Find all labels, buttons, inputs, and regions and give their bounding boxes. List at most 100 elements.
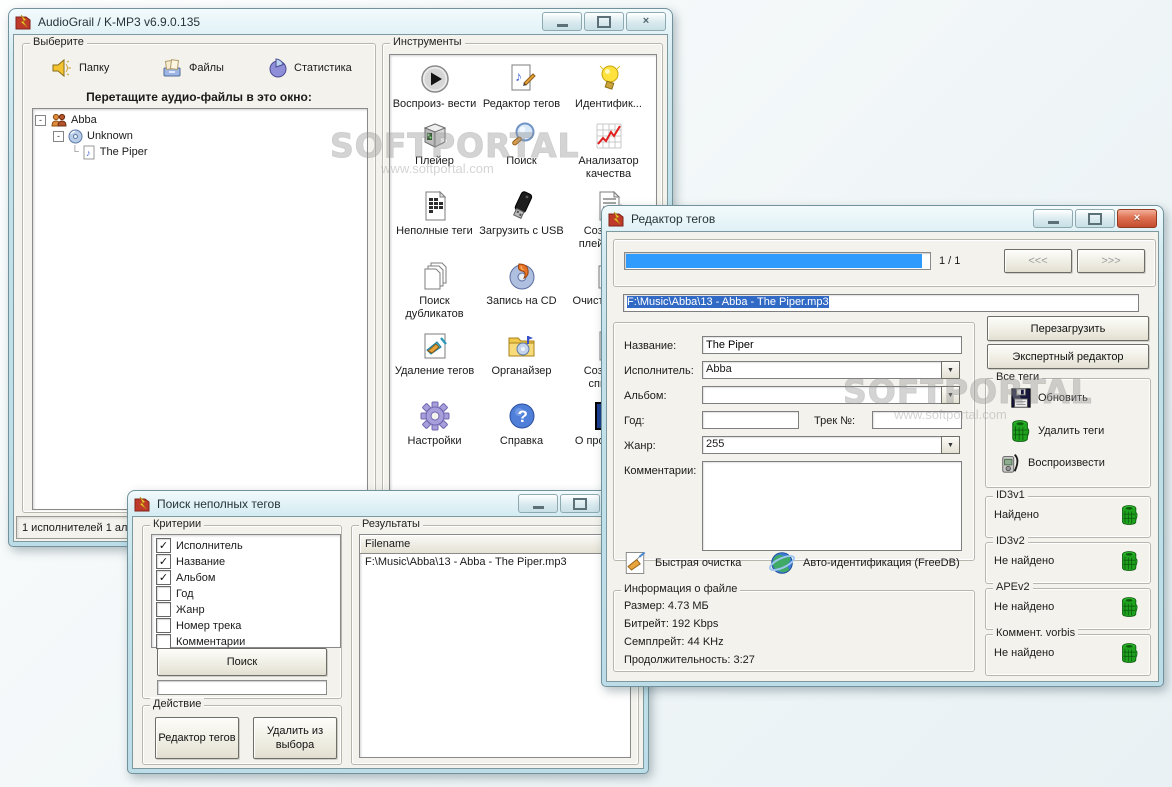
checkbox[interactable]: ✓ [156, 538, 171, 553]
statistics-label: Статистика [294, 62, 352, 74]
pick-folder-button[interactable]: Папку [51, 58, 109, 78]
globe-icon [767, 548, 797, 578]
chevron-down-icon[interactable]: ▼ [941, 361, 960, 379]
result-row[interactable]: F:\Music\Abba\13 - Abba - The Piper.mp3 [360, 554, 630, 570]
expert-editor-button[interactable]: Экспертный редактор [987, 344, 1149, 369]
trash-icon[interactable] [1120, 549, 1140, 573]
results-list[interactable]: Filename F:\Music\Abba\13 - Abba - The P… [359, 534, 631, 758]
tool-organizer[interactable]: Органайзер [478, 330, 565, 391]
criteria-comments[interactable]: Комментарии [156, 634, 336, 649]
maximize-button[interactable] [1075, 209, 1115, 228]
next-file-button[interactable]: >>> [1077, 249, 1145, 273]
main-titlebar[interactable]: AudioGrail / K-MP3 v6.9.0.135 × [9, 9, 672, 34]
quick-clean-button[interactable]: Быстрая очистка [621, 548, 741, 578]
tool-identify[interactable]: Идентифик... [565, 63, 652, 111]
tag-editor-title: Редактор тегов [631, 211, 716, 226]
select-group-legend: Выберите [30, 36, 87, 48]
floppy-disk-icon [1010, 387, 1032, 409]
auto-identify-button[interactable]: Авто-идентификация (FreeDB) [767, 548, 960, 578]
criteria-title[interactable]: ✓ Название [156, 554, 336, 569]
pie-chart-icon [266, 58, 288, 78]
search-titlebar[interactable]: Поиск неполных тегов × [128, 491, 648, 516]
prev-file-button[interactable]: <<< [1004, 249, 1072, 273]
track-input[interactable] [872, 411, 962, 429]
tool-delete-tags[interactable]: Удаление тегов [391, 330, 478, 391]
trash-icon[interactable] [1120, 595, 1140, 619]
play-file-button[interactable]: Воспроизвести [1000, 451, 1105, 475]
id3v1-status: Найдено [994, 509, 1039, 521]
apev2-status: Не найдено [994, 601, 1055, 613]
criteria-group: Критерии ✓ Исполнитель ✓ Название ✓ Альбом … [142, 518, 342, 699]
tool-find-duplicates[interactable]: Поиск дубликатов [391, 260, 478, 321]
tool-search[interactable]: Поиск [478, 120, 565, 181]
tree-item-artist[interactable]: - Abba [35, 112, 365, 128]
vorbis-status: Не найдено [994, 647, 1055, 659]
checkbox[interactable] [156, 586, 171, 601]
file-counter: 1 / 1 [939, 255, 961, 267]
expander-icon[interactable]: - [53, 130, 64, 142]
tool-play[interactable]: Воспроиз- вести [391, 63, 478, 111]
artist-value: Abba [702, 361, 941, 379]
maximize-button[interactable] [584, 12, 624, 31]
tree-item-album[interactable]: - Unknown [53, 128, 365, 144]
chevron-down-icon[interactable]: ▼ [941, 436, 960, 454]
minimize-button[interactable] [1033, 209, 1073, 228]
tool-incomplete-tags[interactable]: Неполные теги [391, 190, 478, 251]
tool-label: Анализатор качества [578, 155, 639, 180]
artist-combobox[interactable]: Abba ▼ [702, 361, 960, 379]
filepath-field[interactable]: F:\Music\Abba\13 - Abba - The Piper.mp3 [623, 294, 1139, 312]
close-button[interactable]: × [1117, 209, 1157, 228]
genre-combobox[interactable]: 255 ▼ [702, 436, 960, 454]
minimize-button[interactable] [518, 494, 558, 513]
checkbox[interactable] [156, 602, 171, 617]
tool-load-usb[interactable]: Загрузить с USB [478, 190, 565, 251]
maximize-button[interactable] [560, 494, 600, 513]
tool-help[interactable]: ? Справка [478, 400, 565, 448]
tool-tag-editor[interactable]: ♪ Редактор тегов [478, 63, 565, 111]
pick-files-button[interactable]: Файлы [161, 58, 224, 78]
results-column-header[interactable]: Filename [360, 535, 630, 554]
checkbox[interactable] [156, 634, 171, 649]
remove-from-selection-button[interactable]: Удалить из выбора [253, 717, 337, 759]
tool-quality-analyzer[interactable]: Анализатор качества [565, 120, 652, 181]
album-combobox[interactable]: ▼ [702, 386, 960, 404]
expander-icon[interactable]: - [35, 114, 46, 126]
tool-player[interactable]: Плейер [391, 120, 478, 181]
criteria-track-number[interactable]: Номер трека [156, 618, 336, 633]
year-input[interactable] [702, 411, 799, 429]
open-tag-editor-button[interactable]: Редактор тегов [155, 717, 239, 759]
criteria-year[interactable]: Год [156, 586, 336, 601]
tool-burn-cd[interactable]: Запись на CD [478, 260, 565, 321]
organizer-folder-icon [506, 330, 538, 362]
quick-clean-label: Быстрая очистка [655, 557, 742, 569]
search-button[interactable]: Поиск [157, 648, 327, 676]
update-tags-button[interactable]: Обновить [1010, 387, 1088, 409]
reload-button[interactable]: Перезагрузить [987, 316, 1149, 341]
chevron-down-icon[interactable]: ▼ [941, 386, 960, 404]
close-button[interactable]: × [626, 12, 666, 31]
checkbox[interactable] [156, 618, 171, 633]
criteria-legend: Критерии [150, 518, 205, 530]
minimize-button[interactable] [542, 12, 582, 31]
vorbis-group: Коммент. vorbis Не найдено [985, 627, 1151, 676]
criteria-album[interactable]: ✓ Альбом [156, 570, 336, 585]
checkbox[interactable]: ✓ [156, 570, 171, 585]
tool-label: Настройки [407, 435, 462, 447]
statistics-button[interactable]: Статистика [266, 58, 352, 78]
cd-icon [68, 129, 83, 144]
file-bitrate: Битрейт: 192 Kbps [624, 618, 719, 630]
main-window-title: AudioGrail / K-MP3 v6.9.0.135 [38, 14, 201, 29]
tag-editor-titlebar[interactable]: Редактор тегов × [602, 206, 1163, 231]
delete-all-tags-button[interactable]: Удалить теги [1010, 419, 1104, 443]
criteria-artist[interactable]: ✓ Исполнитель [156, 538, 336, 553]
criteria-genre[interactable]: Жанр [156, 602, 336, 617]
checkbox[interactable]: ✓ [156, 554, 171, 569]
file-tree[interactable]: - Abba - Unknown └ ♪ The Piper [32, 108, 368, 510]
comments-textarea[interactable] [702, 461, 962, 551]
tool-settings[interactable]: Настройки [391, 400, 478, 448]
trash-icon[interactable] [1120, 641, 1140, 665]
vorbis-legend: Коммент. vorbis [993, 627, 1079, 639]
trash-icon[interactable] [1120, 503, 1140, 527]
tree-item-track[interactable]: └ ♪ The Piper [71, 144, 365, 160]
title-input[interactable] [702, 336, 962, 354]
